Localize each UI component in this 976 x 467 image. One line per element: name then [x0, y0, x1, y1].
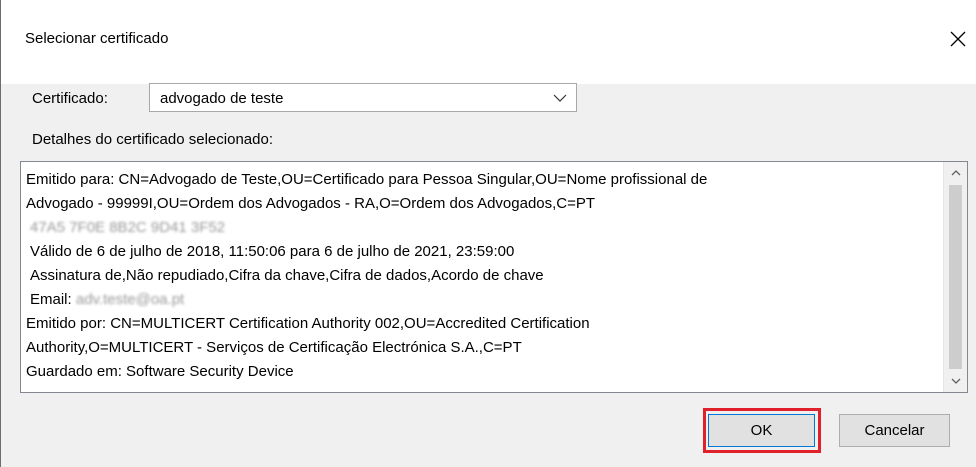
- details-line-email: Email: adv.teste@oa.pt: [26, 288, 941, 312]
- email-label: Email:: [30, 291, 72, 308]
- certificate-label: Certificado:: [32, 90, 108, 107]
- details-scrollbar[interactable]: [943, 162, 967, 392]
- certificate-select[interactable]: advogado de teste: [149, 83, 577, 112]
- certificate-details-content: Emitido para: CN=Advogado de Teste,OU=Ce…: [26, 168, 941, 384]
- details-line-validity: Válido de 6 de julho de 2018, 11:50:06 p…: [30, 243, 515, 260]
- chevron-up-icon: [951, 170, 960, 176]
- select-certificate-dialog: Selecionar certificado Certificado: advo…: [0, 0, 976, 467]
- details-line-issued-to-cont: Advogado - 99999I,OU=Ordem dos Advogados…: [26, 195, 596, 212]
- details-line-issued-by: Emitido por: CN=MULTICERT Certification …: [26, 315, 590, 332]
- certificate-select-value: advogado de teste: [160, 90, 284, 107]
- dialog-titlebar: Selecionar certificado: [1, 0, 976, 84]
- details-line-issued-by-cont: Authority,O=MULTICERT - Serviços de Cert…: [26, 339, 522, 356]
- chevron-down-icon: [951, 378, 960, 384]
- scroll-up-button[interactable]: [944, 162, 967, 184]
- certificate-details-textbox[interactable]: Emitido para: CN=Advogado de Teste,OU=Ce…: [20, 161, 968, 393]
- details-line-serial-redacted: 47A5 7F0E 8B2C 9D41 3F52: [30, 219, 226, 236]
- cancel-button[interactable]: Cancelar: [839, 414, 950, 447]
- details-line-issued-to: Emitido para: CN=Advogado de Teste,OU=Ce…: [26, 171, 708, 188]
- close-icon: [950, 31, 966, 47]
- close-button[interactable]: [939, 20, 976, 58]
- details-line-stored-in: Guardado em: Software Security Device: [26, 363, 294, 380]
- scroll-down-button[interactable]: [944, 370, 967, 392]
- details-label: Detalhes do certificado selecionado:: [32, 131, 273, 148]
- email-redacted: adv.teste@oa.pt: [75, 291, 185, 308]
- scroll-thumb[interactable]: [949, 185, 962, 369]
- chevron-down-icon: [553, 94, 567, 102]
- ok-button[interactable]: OK: [708, 414, 815, 447]
- dialog-title: Selecionar certificado: [25, 30, 169, 47]
- details-line-key-usage: Assinatura de,Não repudiado,Cifra da cha…: [30, 267, 544, 284]
